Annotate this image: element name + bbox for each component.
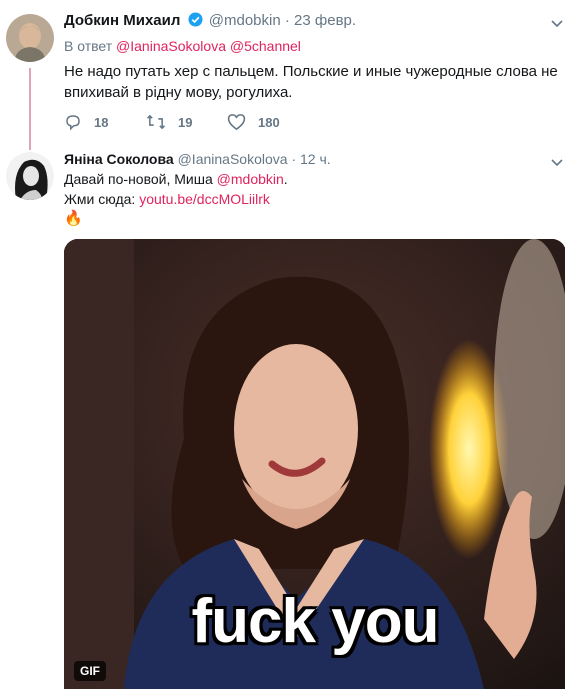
youtube-link[interactable]: youtu.be/dccMOLiilrk: [139, 191, 270, 207]
tweet-time[interactable]: 12 ч.: [300, 151, 331, 167]
tweet-time[interactable]: 23 февр.: [294, 12, 356, 29]
reply-mention-1[interactable]: @IaninaSokolova: [116, 38, 226, 54]
mention-suffix: .: [283, 171, 288, 187]
separator: ·: [284, 12, 290, 29]
thread-connector: [29, 68, 31, 150]
gif-badge: GIF: [74, 661, 106, 681]
like-count: 180: [258, 114, 280, 130]
avatar-sokolova[interactable]: [6, 152, 54, 200]
tweet-text-line1: Не надо путать хер с пальцем. Польские и…: [64, 63, 558, 80]
gif-caption: fuck you: [191, 587, 440, 656]
avatar-dobkin[interactable]: [6, 14, 54, 62]
like-button[interactable]: 180: [227, 113, 280, 131]
gif-media[interactable]: fuck you GIF: [64, 239, 565, 689]
reply-button[interactable]: 18: [64, 113, 108, 131]
tweet-text-line2: впихивай в рiдну мову, рогулиха.: [64, 84, 293, 101]
mention-link[interactable]: @mdobkin: [217, 171, 284, 187]
author-handle[interactable]: @mdobkin: [209, 12, 281, 29]
author-name[interactable]: Добкин Михаил: [64, 12, 180, 29]
author-handle[interactable]: @IaninaSokolova: [178, 151, 288, 167]
chevron-down-icon[interactable]: [551, 155, 563, 170]
author-name[interactable]: Яніна Соколова: [64, 151, 174, 167]
link-prefix: Жми сюда:: [64, 191, 136, 207]
verified-badge-icon: [188, 12, 203, 31]
fire-emoji: 🔥: [64, 210, 83, 227]
separator: ·: [291, 151, 297, 167]
retweet-icon: [146, 114, 166, 130]
tweet-text-line1: Давай по-новой, Миша: [64, 171, 213, 187]
reply-mention-2[interactable]: @5channel: [230, 38, 301, 54]
retweet-count: 19: [178, 114, 193, 130]
reply-count: 18: [94, 114, 109, 130]
tweet-text: Давай по-новой, Миша @mdobkin. Жми сюда:…: [64, 169, 288, 229]
tweet-text: Не надо путать хер с пальцем. Польские и…: [64, 61, 558, 103]
retweet-button[interactable]: 19: [146, 113, 192, 131]
reply-icon: [66, 115, 80, 131]
like-icon: [227, 114, 246, 131]
reply-context: В ответ @IaninaSokolova @5channel: [64, 36, 301, 57]
reply-prefix: В ответ: [64, 38, 113, 54]
chevron-down-icon[interactable]: [551, 16, 563, 31]
